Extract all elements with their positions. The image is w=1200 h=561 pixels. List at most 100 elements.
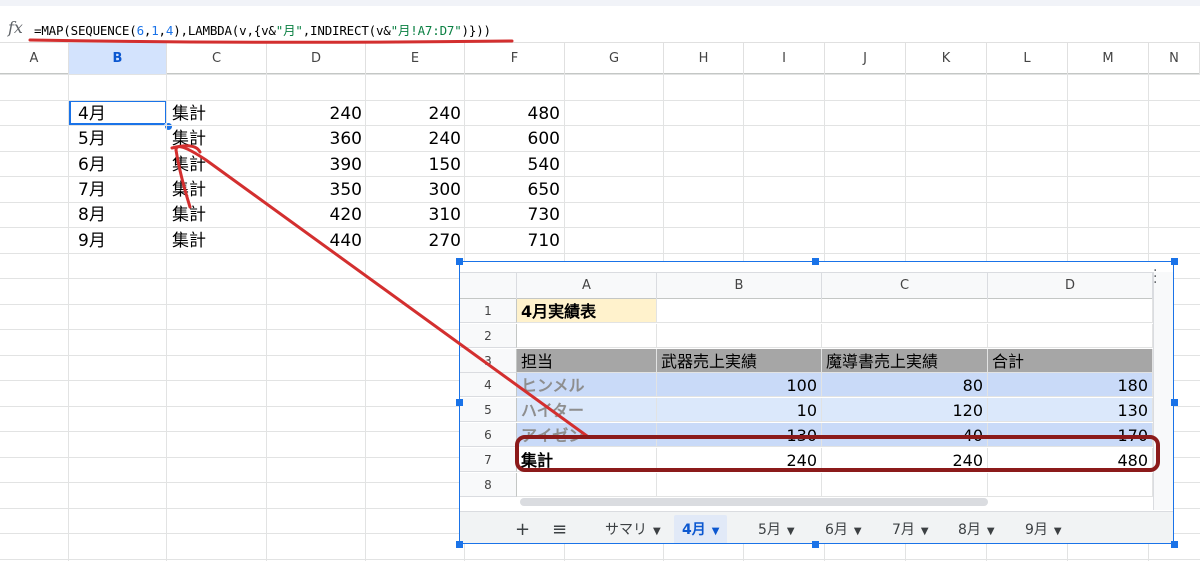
cell-grimoire-total[interactable]: 240 [366,101,461,126]
embedded-horizontal-scrollbar [520,498,988,506]
formula-token: )})) [461,23,492,38]
embedded-value-cell: 120 [822,398,988,423]
sheet-tab-label: 6月 [825,522,848,538]
cell-weapon-total[interactable]: 420 [267,202,362,227]
cell-grand-total[interactable]: 480 [465,101,560,126]
embedded-header-cell: 武器売上実績 [657,348,822,373]
sheet-tab-label: 9月 [1025,522,1048,538]
chevron-down-icon: ▼ [986,526,995,537]
sheet-tab: 6月 ▼ [825,518,862,542]
column-header-c[interactable]: C [167,43,267,74]
cell-grimoire-total[interactable]: 310 [366,202,461,227]
cell-grand-total[interactable]: 710 [465,228,560,253]
grid-line [0,558,1200,560]
resize-handle [456,258,463,265]
cell-weapon-total[interactable]: 350 [267,177,362,202]
column-header-a[interactable]: A [0,43,69,74]
formula-token: "月" [275,23,303,38]
embedded-corner [460,273,517,299]
embedded-empty-cell [988,472,1153,497]
column-header-b[interactable]: B [69,43,167,74]
cell-grand-total[interactable]: 650 [465,177,560,202]
cell-month[interactable]: 7月 [78,177,163,202]
embedded-empty-cell [657,299,822,323]
formula-token: =MAP(SEQUENCE( [34,23,137,38]
embedded-name-cell: アイゼン [517,423,657,447]
column-header-h[interactable]: H [664,43,744,74]
embedded-value-cell: 80 [822,373,988,398]
embedded-row-number: 7 [460,447,517,472]
embedded-row-number: 5 [460,398,517,423]
cell-weapon-total[interactable]: 390 [267,152,362,177]
cell-weapon-total[interactable]: 360 [267,126,362,151]
cell-weapon-total[interactable]: 440 [267,228,362,253]
sheet-tab: 9月 ▼ [1025,518,1062,542]
column-header-e[interactable]: E [366,43,465,74]
embedded-total-cell: 240 [657,447,822,472]
formula-token: ),LAMBDA(v,{v& [173,23,276,38]
column-header-n[interactable]: N [1149,43,1200,74]
column-header-d[interactable]: D [267,43,366,74]
cell-grimoire-total[interactable]: 270 [366,228,461,253]
column-header-k[interactable]: K [906,43,987,74]
column-header-m[interactable]: M [1068,43,1149,74]
cell-grimoire-total[interactable]: 150 [366,152,461,177]
chevron-down-icon: ▼ [786,526,795,537]
embedded-total-cell: 240 [822,447,988,472]
resize-handle [1171,258,1178,265]
embedded-column-header: C [822,273,988,299]
sheet-tab-label: 7月 [892,522,915,538]
cell-weapon-total[interactable]: 240 [267,101,362,126]
formula-bar[interactable]: fx =MAP(SEQUENCE(6,1,4),LAMBDA(v,{v&"月",… [0,0,1200,42]
column-header-l[interactable]: L [987,43,1068,74]
cell-grimoire-total[interactable]: 300 [366,177,461,202]
cell-label[interactable]: 集計 [172,202,262,227]
cell-grand-total[interactable]: 540 [465,152,560,177]
embedded-value-cell: 170 [988,423,1153,447]
embedded-row-number: 8 [460,472,517,497]
embedded-vertical-scrollbar [1153,272,1173,510]
embedded-value-cell: 100 [657,373,822,398]
formula-token: 6 [136,23,145,38]
formula-token: , [158,23,167,38]
chevron-down-icon: ▼ [653,526,661,537]
cell-label[interactable]: 集計 [172,126,262,151]
embedded-column-header: B [657,273,822,299]
cell-month[interactable]: 6月 [78,152,163,177]
column-header-f[interactable]: F [465,43,565,74]
column-header-i[interactable]: I [744,43,825,74]
cell-label[interactable]: 集計 [172,101,262,126]
resize-handle [1171,541,1178,548]
embedded-empty-cell [822,299,988,323]
chevron-down-icon: ▼ [1053,526,1062,537]
cell-grand-total[interactable]: 600 [465,126,560,151]
sheet-tab-label: 5月 [758,522,781,538]
cell-grimoire-total[interactable]: 240 [366,126,461,151]
formula-text[interactable]: =MAP(SEQUENCE(6,1,4),LAMBDA(v,{v&"月",IND… [34,20,491,39]
cell-label[interactable]: 集計 [172,228,262,253]
cell-month[interactable]: 9月 [78,228,163,253]
formula-token: ,INDIRECT(v& [302,23,391,38]
column-header-g[interactable]: G [565,43,664,74]
fx-icon: fx [8,18,23,37]
sheet-tab: サマリ ▼ [605,518,661,542]
embedded-name-cell: ハイター [517,398,657,423]
cell-month[interactable]: 8月 [78,202,163,227]
cell-month[interactable]: 4月 [78,101,163,126]
embedded-empty-cell [988,323,1153,348]
embedded-sheet-screenshot: ABCD · · · + ≡ サマリ ▼ 4月 ▼ 5月 ▼ 6月 ▼ 7月 ▼ 8月 ▼ 9月 ▼ 1234… [459,261,1174,544]
cell-grand-total[interactable]: 730 [465,202,560,227]
sheet-tab-label: 4月 [682,522,706,538]
column-header-j[interactable]: J [825,43,906,74]
more-vert-icon: · · · [1153,263,1158,291]
cell-label[interactable]: 集計 [172,177,262,202]
embedded-empty-cell [988,299,1153,323]
resize-handle [812,541,819,548]
cell-month[interactable]: 5月 [78,126,163,151]
grid-line [0,74,1200,75]
cell-label[interactable]: 集計 [172,152,262,177]
sheet-tab-label: 8月 [958,522,981,538]
sheet-tab: 5月 ▼ [758,518,795,542]
chevron-down-icon: ▼ [853,526,862,537]
embedded-row-number: 1 [460,299,517,323]
